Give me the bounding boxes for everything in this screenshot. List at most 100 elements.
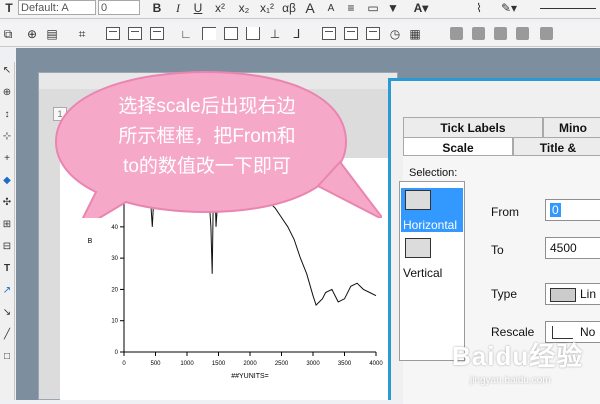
pointer-icon[interactable]: ↖ — [1, 66, 13, 76]
selection-vertical[interactable]: Vertical — [401, 236, 463, 280]
layout-3-icon[interactable] — [150, 27, 164, 40]
x-tick-label: 3000 — [306, 361, 320, 367]
font-size-combo[interactable]: 0 — [98, 0, 140, 15]
y-tick-label: 0 — [115, 350, 119, 356]
axis-frame-icon[interactable] — [202, 27, 216, 40]
annotation-text: 选择scale后出现右边 所示框框，把From和 to的数值改一下即可 — [72, 92, 342, 182]
zoom-layer-icon[interactable]: ⊕ — [26, 26, 38, 42]
tab-tick-labels[interactable]: Tick Labels — [403, 117, 543, 137]
scale-icon[interactable]: ↕ — [1, 110, 13, 120]
list-icon[interactable] — [322, 27, 336, 40]
greek-button[interactable]: αβ — [280, 0, 298, 16]
font-color-icon[interactable]: A▾ — [412, 0, 430, 16]
selection-list: Horizontal Vertical — [399, 181, 465, 361]
axis-xy-icon[interactable]: ⊥ — [268, 26, 282, 42]
curved-arrow-icon[interactable]: ↘ — [1, 308, 13, 318]
axis-open-icon[interactable] — [246, 27, 260, 40]
text-tool-icon[interactable]: T — [2, 0, 16, 16]
annotation-line-1: 选择scale后出现右边 — [118, 96, 296, 117]
tools-strip: ↖ ⊕ ↕ ⊹ + ◆ ✣ ⊞ ⊟ T ↗ ↘ ╱ □ — [0, 62, 15, 400]
watermark-url: jingyan.baidu.com — [470, 375, 551, 386]
type-combo-value: Lin — [580, 287, 597, 301]
font-name-combo[interactable]: Default: A — [18, 0, 96, 15]
font-grow-button[interactable]: A — [302, 0, 318, 16]
line-tool-icon[interactable]: ╱ — [1, 330, 13, 340]
align-icon[interactable]: ≡ — [344, 0, 358, 16]
horizontal-axis-icon — [405, 190, 431, 210]
x-tick-label: 2000 — [243, 361, 257, 367]
bold-button[interactable]: B — [150, 0, 164, 16]
to-input[interactable]: 4500 — [545, 237, 600, 259]
x-tick-label: 1500 — [212, 361, 226, 367]
subscript-button[interactable]: x₂ — [236, 0, 252, 16]
from-input-value: 0 — [550, 203, 561, 217]
y-tick-label: 10 — [111, 319, 118, 325]
grid-icon[interactable] — [366, 27, 380, 40]
x-tick-label: 4000 — [369, 361, 383, 367]
crop-icon[interactable]: ⌗ — [76, 26, 88, 42]
pattern-icon[interactable]: ⌇ — [470, 0, 488, 16]
format-toolbar: T Default: A 0 B I U x² x₂ x₁² αβ A A ≡ … — [0, 0, 600, 19]
from-label: From — [491, 205, 519, 219]
screen-reader-icon[interactable]: + — [1, 154, 13, 164]
fill-icon[interactable]: ▼ — [386, 0, 400, 16]
graph-toolbar: ⧉ ⊕ ▤ ⌗ ∟ ⊥ ⅃ ◷ ▦ — [0, 22, 600, 47]
disabled-tool-4-icon — [516, 27, 529, 40]
type-combo[interactable]: Lin — [545, 283, 600, 305]
pen-icon[interactable]: ✎▾ — [500, 0, 518, 16]
disabled-tool-1-icon — [450, 27, 463, 40]
disabled-tool-2-icon — [472, 27, 485, 40]
arrow-tool-icon[interactable]: ↗ — [1, 286, 13, 296]
reader-icon[interactable]: ⊹ — [1, 132, 13, 142]
axis-l-icon[interactable]: ∟ — [180, 26, 192, 42]
disabled-tool-3-icon — [494, 27, 507, 40]
x-tick-label: 2500 — [275, 361, 289, 367]
x-tick-label: 3500 — [338, 361, 352, 367]
draw-data-icon[interactable]: ✣ — [1, 198, 13, 208]
font-shrink-button[interactable]: A — [324, 0, 338, 16]
tab-scale[interactable]: Scale — [403, 137, 513, 157]
layout-1-icon[interactable] — [106, 27, 120, 40]
from-input[interactable]: 0 — [545, 199, 600, 221]
text-tool-icon-left[interactable]: T — [1, 264, 13, 274]
annotation-line-2: 所示框框，把From和 — [118, 126, 296, 147]
underline-button[interactable]: U — [192, 0, 204, 16]
y-axis-title: B — [88, 238, 93, 245]
region-icon[interactable]: ⊟ — [1, 242, 13, 252]
italic-button[interactable]: I — [172, 0, 184, 16]
x-tick-label: 500 — [150, 361, 161, 367]
zoom-icon[interactable]: ⊕ — [1, 88, 13, 98]
x-axis-title: ##YUNITS= — [231, 373, 269, 380]
annotation-line-3: to的数值改一下即可 — [123, 156, 291, 177]
table-icon[interactable]: ▦ — [408, 26, 422, 42]
selection-horizontal[interactable]: Horizontal — [401, 188, 463, 232]
selection-label: Selection: — [409, 167, 458, 179]
linear-scale-icon — [550, 288, 576, 302]
superscript-button[interactable]: x² — [212, 0, 228, 16]
data-display-icon[interactable] — [344, 27, 358, 40]
selection-horizontal-label: Horizontal — [403, 218, 458, 232]
vertical-axis-icon — [405, 238, 431, 258]
x-tick-label: 0 — [122, 361, 126, 367]
clock-icon[interactable]: ◷ — [388, 26, 402, 42]
rectangle-tool-icon[interactable]: □ — [1, 352, 13, 362]
y-tick-label: 20 — [111, 287, 118, 293]
mask-icon[interactable]: ⊞ — [1, 220, 13, 230]
data-reader-icon[interactable]: ◆ — [1, 176, 13, 186]
disabled-tool-5-icon — [540, 27, 553, 40]
line-width-icon[interactable] — [540, 8, 596, 9]
layer-icon[interactable]: ⧉ — [2, 26, 14, 42]
y-tick-label: 40 — [111, 225, 118, 231]
watermark-brand: Baidu经验 — [452, 341, 584, 371]
tab-title-format[interactable]: Title & — [513, 137, 600, 157]
worksheet-icon[interactable]: ▤ — [46, 26, 58, 42]
tab-minor[interactable]: Mino — [543, 117, 600, 137]
axis-box-icon[interactable] — [224, 27, 238, 40]
selection-vertical-label: Vertical — [403, 266, 443, 280]
super-sub-button[interactable]: x₁² — [258, 0, 276, 16]
layout-2-icon[interactable] — [128, 27, 142, 40]
line-icon[interactable]: ▭ — [366, 0, 380, 16]
type-label: Type — [491, 287, 518, 301]
axis-offset-icon[interactable]: ⅃ — [290, 26, 304, 42]
x-tick-label: 1000 — [180, 361, 194, 367]
